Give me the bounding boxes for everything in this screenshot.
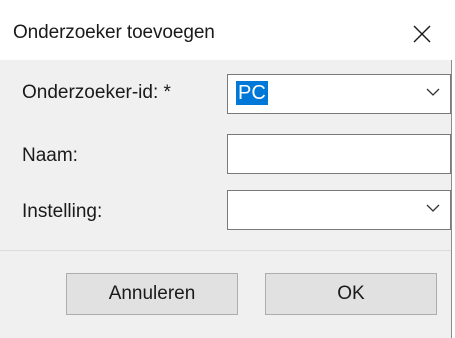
close-button[interactable] bbox=[402, 16, 442, 52]
button-bar: Annuleren OK bbox=[0, 250, 451, 338]
cancel-button[interactable]: Annuleren bbox=[66, 273, 238, 315]
add-researcher-dialog: Onderzoeker toevoegen Onderzoeker-id: * … bbox=[0, 0, 452, 338]
dialog-title: Onderzoeker toevoegen bbox=[13, 22, 215, 43]
name-label: Naam: bbox=[22, 145, 78, 166]
researcher-id-combobox[interactable]: PC bbox=[227, 74, 451, 114]
researcher-id-label: Onderzoeker-id: * bbox=[22, 82, 171, 103]
institution-combobox[interactable] bbox=[227, 190, 451, 230]
institution-label: Instelling: bbox=[22, 201, 103, 222]
form-area: Onderzoeker-id: * PC Naam: Instelling: bbox=[0, 60, 451, 250]
close-icon bbox=[413, 25, 431, 43]
name-input[interactable] bbox=[227, 134, 451, 174]
title-bar: Onderzoeker toevoegen bbox=[0, 0, 452, 60]
researcher-id-value: PC bbox=[236, 81, 268, 105]
chevron-down-icon bbox=[426, 204, 440, 212]
ok-button[interactable]: OK bbox=[265, 273, 437, 315]
chevron-down-icon bbox=[426, 88, 440, 96]
